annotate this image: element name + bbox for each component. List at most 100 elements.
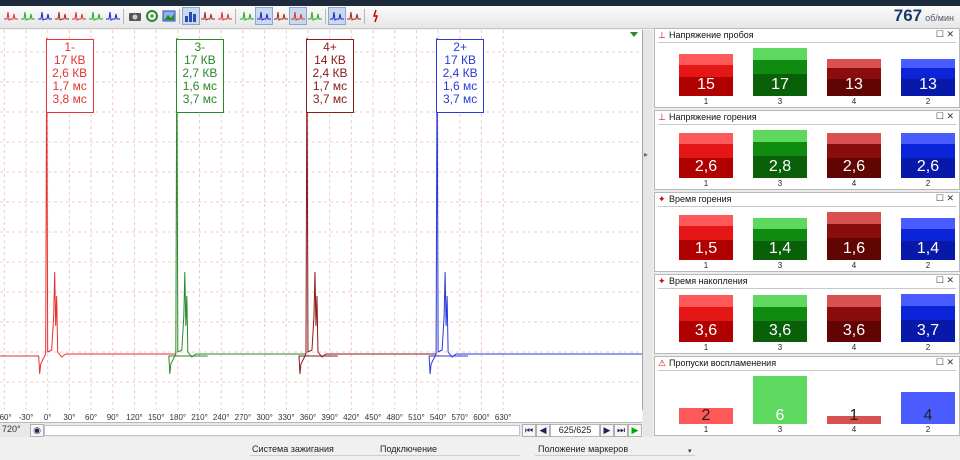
- next-frame-button[interactable]: ▶: [600, 424, 614, 437]
- divider: [658, 42, 956, 43]
- stat-bar-value: 3,7: [916, 322, 940, 339]
- camera-icon[interactable]: [127, 8, 143, 24]
- wave-icon[interactable]: [307, 8, 323, 24]
- stat-bar: 2,8: [753, 130, 807, 178]
- divider: [250, 455, 520, 456]
- scroll-track[interactable]: [44, 425, 520, 436]
- stat-bar-chart: 15 1 17 3 13 4 13 2: [669, 44, 955, 106]
- angle-tick-label: 450°: [365, 413, 382, 422]
- wave-icon[interactable]: [217, 8, 233, 24]
- angle-tick-label: 480°: [386, 413, 403, 422]
- stat-bar: 1: [827, 407, 881, 424]
- widget-type-icon: ⊥: [658, 30, 666, 40]
- stat-bar-label: 4: [851, 97, 857, 106]
- stat-bar-label: 2: [925, 261, 931, 270]
- stat-bar-label: 3: [777, 425, 783, 434]
- connection-heading: Подключение: [380, 444, 438, 454]
- wave-icon[interactable]: [3, 8, 19, 24]
- stat-bar: 2,6: [827, 133, 881, 178]
- stat-bar-value: 3,6: [694, 322, 718, 339]
- cylinder-label-box: 1- 17 КВ 2,6 КВ 1,7 мс 3,8 мс: [45, 39, 94, 113]
- window-controls-icon[interactable]: ☐ ✕: [936, 29, 954, 40]
- wave-icon[interactable]: [200, 8, 216, 24]
- wave-icon[interactable]: [346, 8, 362, 24]
- stat-bar-label: 3: [777, 97, 783, 106]
- toolbar-separator: [235, 9, 236, 24]
- wave-icon[interactable]: [239, 8, 255, 24]
- cylinder-label-box: 3- 17 КВ 2,7 КВ 1,6 мс 3,7 мс: [175, 39, 224, 113]
- stat-bar-chart: 3,6 1 3,6 3 3,6 4 3,7 2: [669, 290, 955, 352]
- oscilloscope-view[interactable]: 1- 17 КВ 2,6 КВ 1,7 мс 3,8 мс 3- 17 КВ 2,7 КВ 1,…: [0, 30, 643, 410]
- wave-icon[interactable]: [37, 8, 53, 24]
- last-frame-button[interactable]: ⏭: [614, 424, 628, 437]
- stat-widget: ✦ Время горения ☐ ✕ 1,5 1 1,4 3 1,6 4 1,4 2: [654, 192, 960, 272]
- stat-widget: ⊥ Напряжение горения ☐ ✕ 2,6 1 2,8 3 2,6 4 2,6 2: [654, 110, 960, 190]
- cylinder-dwell-ms: 3,7 мс: [182, 92, 217, 106]
- expand-icon[interactable]: ▾: [688, 447, 692, 455]
- scroll-marker-icon[interactable]: [630, 32, 638, 37]
- stat-bar: 2,6: [679, 133, 733, 178]
- spark-icon[interactable]: [368, 8, 384, 24]
- stat-bar-label: 4: [851, 343, 857, 352]
- stat-bar: 1,6: [827, 212, 881, 260]
- window-controls-icon[interactable]: ☐ ✕: [936, 275, 954, 286]
- stat-bar: 13: [827, 59, 881, 96]
- window-controls-icon[interactable]: ☐ ✕: [936, 357, 954, 368]
- widget-title: Пропуски воспламенения: [669, 358, 777, 368]
- divider: [658, 370, 956, 371]
- stat-bar: 3,6: [827, 295, 881, 342]
- angle-tick-label: 0°: [44, 413, 52, 422]
- wave-icon[interactable]: [273, 8, 289, 24]
- wave-icon[interactable]: [289, 7, 307, 25]
- settings-icon[interactable]: [144, 8, 160, 24]
- wave-icon[interactable]: [105, 8, 121, 24]
- collapse-arrow-icon[interactable]: ▸: [644, 150, 648, 159]
- angle-tick-label: -60°: [0, 413, 12, 422]
- toolbar-separator: [364, 9, 365, 24]
- wave-icon[interactable]: [20, 8, 36, 24]
- ignition-system-heading: Система зажигания: [252, 444, 334, 454]
- play-button[interactable]: ▶: [628, 424, 642, 437]
- image-icon[interactable]: [161, 8, 177, 24]
- wave-icon[interactable]: [88, 8, 104, 24]
- angle-tick-label: -30°: [19, 413, 34, 422]
- stat-bar-value: 1,4: [916, 240, 940, 257]
- wave-icon[interactable]: [54, 8, 70, 24]
- stat-bar-value: 4: [923, 407, 933, 424]
- stat-bar-value: 3,6: [842, 322, 866, 339]
- bar-chart-icon[interactable]: [182, 7, 200, 25]
- stat-bar-value: 6: [775, 407, 785, 424]
- stat-bar-label: 4: [851, 179, 857, 188]
- wave-icon[interactable]: [71, 8, 87, 24]
- stat-bar-label: 3: [777, 179, 783, 188]
- widget-type-icon: ⚠: [658, 358, 667, 368]
- stat-bar-chart: 21631442: [669, 372, 955, 434]
- rpm-unit: об/мин: [925, 13, 954, 23]
- stat-bar-value: 2,8: [768, 158, 792, 175]
- rpm-display: 767 об/мин: [894, 6, 954, 28]
- first-frame-button[interactable]: ⏮: [522, 424, 536, 437]
- wave-icon[interactable]: [328, 7, 346, 25]
- record-button[interactable]: ◉: [30, 424, 44, 437]
- timeline-scrollbar[interactable]: 720° ◉ ⏮ ◀ 625/625 ▶ ⏭ ▶: [0, 422, 642, 437]
- cylinder-label-box: 4+ 14 КВ 2,4 КВ 1,7 мс 3,7 мс: [305, 39, 354, 113]
- angle-tick-label: 210°: [191, 413, 208, 422]
- stat-bar-label: 3: [777, 261, 783, 270]
- panel-splitter[interactable]: ▸: [643, 30, 652, 437]
- prev-frame-button[interactable]: ◀: [536, 424, 550, 437]
- window-controls-icon[interactable]: ☐ ✕: [936, 193, 954, 204]
- stat-bar: 3,6: [679, 295, 733, 342]
- angle-tick-label: 300°: [256, 413, 273, 422]
- stat-bar-label: 2: [925, 179, 931, 188]
- window-controls-icon[interactable]: ☐ ✕: [936, 111, 954, 122]
- stat-bar-value: 2: [701, 407, 711, 424]
- angle-tick-label: 120°: [126, 413, 143, 422]
- angle-tick-label: 330°: [278, 413, 295, 422]
- stat-widget: ⚠ Пропуски воспламенения ☐ ✕ 2 1 6 3 1 4 4 2: [654, 356, 960, 436]
- stat-bar-value: 2,6: [694, 158, 718, 175]
- wave-icon[interactable]: [255, 7, 273, 25]
- angle-tick-label: 90°: [107, 413, 119, 422]
- stat-bar-value: 2,6: [916, 158, 940, 175]
- stat-bar: 3,7: [901, 294, 955, 342]
- stat-bar-chart: 1,5 1 1,4 3 1,6 4 1,4 2: [669, 208, 955, 270]
